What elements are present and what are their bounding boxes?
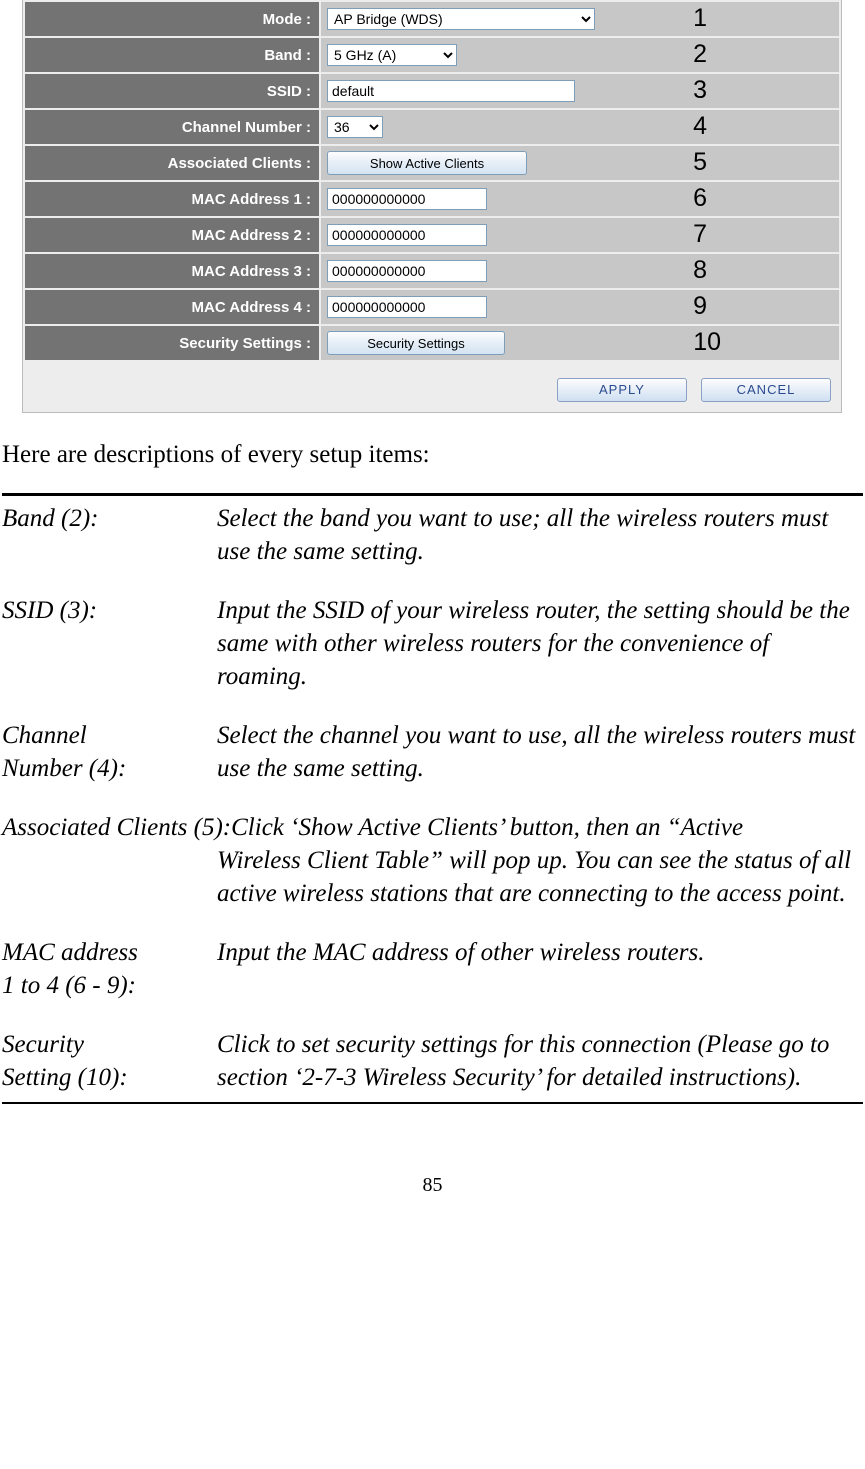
label-mode: Mode : [24,1,320,37]
row-number-10: 10 [693,328,721,357]
row-number-5: 5 [693,148,707,177]
label-mac4: MAC Address 4 : [24,289,320,325]
apply-button[interactable]: APPLY [557,378,687,402]
row-number-7: 7 [693,220,707,249]
intro-text: Here are descriptions of every setup ite… [2,441,865,469]
security-settings-button[interactable]: Security Settings [327,331,505,355]
label-mac1: MAC Address 1 : [24,181,320,217]
def-associated-rest: Wireless Client Table” will pop up. You … [2,844,863,910]
label-ssid: SSID : [24,73,320,109]
row-number-6: 6 [693,184,707,213]
mac-address-2-input[interactable] [327,224,487,246]
def-ssid: Input the SSID of your wireless router, … [217,594,863,693]
descriptions-block: Band (2): Select the band you want to us… [2,493,863,1104]
mac-address-3-input[interactable] [327,260,487,282]
term-ssid: SSID (3): [2,594,217,693]
row-number-3: 3 [693,76,707,105]
mode-select[interactable]: AP Bridge (WDS) [327,8,595,30]
channel-select[interactable]: 36 [327,116,383,138]
term-mac: MAC address 1 to 4 (6 - 9): [2,936,217,1002]
mac-address-1-input[interactable] [327,188,487,210]
term-band: Band (2): [2,502,217,568]
def-channel: Select the channel you want to use, all … [217,719,863,785]
label-mac3: MAC Address 3 : [24,253,320,289]
row-number-8: 8 [693,256,707,285]
label-mac2: MAC Address 2 : [24,217,320,253]
term-def-associated-line1: Associated Clients (5):Click ‘Show Activ… [2,811,863,844]
page-number: 85 [0,1174,865,1197]
term-security: Security Setting (10): [2,1028,217,1094]
show-active-clients-button[interactable]: Show Active Clients [327,151,527,175]
label-channel: Channel Number : [24,109,320,145]
def-band: Select the band you want to use; all the… [217,502,863,568]
footer-buttons: APPLY CANCEL [23,362,841,412]
label-band: Band : [24,37,320,73]
cancel-button[interactable]: CANCEL [701,378,831,402]
label-associated: Associated Clients : [24,145,320,181]
label-security: Security Settings : [24,325,320,361]
row-number-9: 9 [693,292,707,321]
row-number-2: 2 [693,40,707,69]
row-number-4: 4 [693,112,707,141]
def-security: Click to set security settings for this … [217,1028,863,1094]
router-config-screenshot: Mode : AP Bridge (WDS) 1 Band : 5 GHz (A… [22,0,842,413]
term-channel: Channel Number (4): [2,719,217,785]
band-select[interactable]: 5 GHz (A) [327,44,457,66]
row-number-1: 1 [693,4,707,33]
def-mac: Input the MAC address of other wireless … [217,936,863,1002]
config-table: Mode : AP Bridge (WDS) 1 Band : 5 GHz (A… [23,0,841,362]
mac-address-4-input[interactable] [327,296,487,318]
ssid-input[interactable] [327,80,575,102]
